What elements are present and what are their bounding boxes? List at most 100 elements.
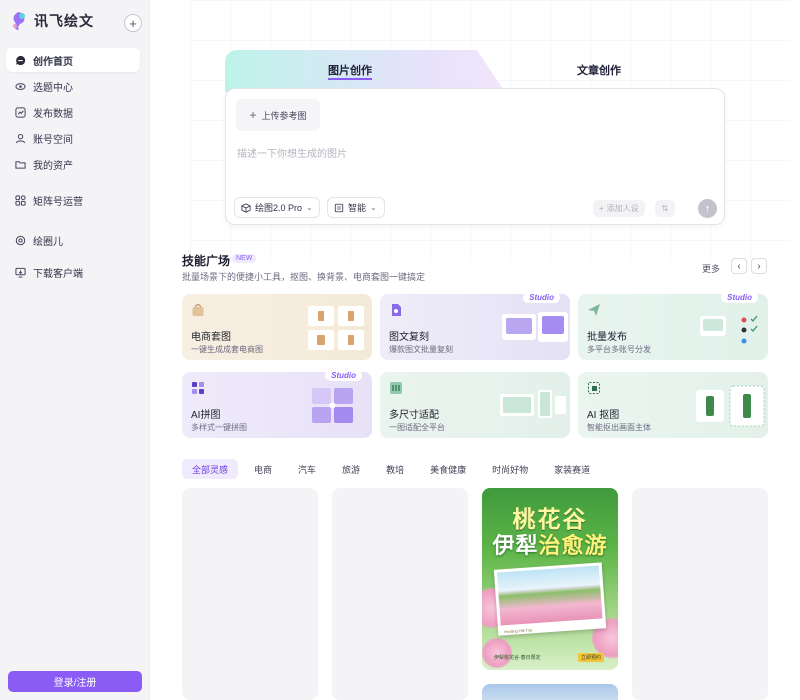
card-subtitle: 多样式一键拼图 (191, 423, 247, 432)
card-subtitle: 爆款图文批量复刻 (389, 345, 453, 354)
filter-chip-home[interactable]: 家装赛道 (544, 459, 600, 479)
sidebar-item-label: 选题中心 (33, 82, 73, 94)
settings-toggle-icon[interactable]: ⇅ (655, 200, 675, 217)
upload-reference-button[interactable]: + 上传参考图 (236, 99, 320, 131)
filter-chip-education[interactable]: 教培 (376, 459, 414, 479)
blossom-decoration (482, 638, 512, 668)
main-content: 图片创作 文章创作 + 上传参考图 描述一下你想生成的图片 绘图2.0 Pro … (150, 0, 800, 700)
next-button[interactable]: › (751, 258, 767, 274)
more-link[interactable]: 更多 (702, 262, 720, 275)
circle-icon (14, 234, 26, 246)
filter-chip-fashion[interactable]: 时尚好物 (482, 459, 538, 479)
upload-reference-label: 上传参考图 (261, 110, 307, 121)
sidebar-item-huiquan[interactable]: 绘圈儿 (6, 228, 140, 252)
sidebar-item-label: 下载客户端 (33, 268, 83, 280)
filter-chip-food-health[interactable]: 美食健康 (420, 459, 476, 479)
new-creation-button[interactable]: + (124, 14, 142, 32)
document-icon (389, 303, 403, 317)
sidebar-nav: 创作首页 选题中心 发布数据 账号空间 我的资产 矩阵号运营 绘圈儿 下载客户端 (6, 48, 140, 286)
landscape-image (497, 565, 603, 626)
poster-title-line2: 伊犁治愈游 (482, 528, 618, 560)
brand[interactable]: 讯飞绘文 (10, 10, 94, 32)
replicate-preview-icon (502, 312, 568, 342)
skills-title: 技能广场 (182, 254, 231, 268)
model-select-label: 绘图2.0 Pro (255, 203, 303, 213)
card-subtitle: 多平台多账号分发 (587, 345, 651, 354)
chevron-right-icon: › (757, 260, 761, 272)
brand-name: 讯飞绘文 (34, 13, 94, 29)
login-register-button[interactable]: 登录/注册 (8, 671, 142, 692)
filter-chip-travel[interactable]: 旅游 (332, 459, 370, 479)
prompt-input[interactable]: 描述一下你想生成的图片 (237, 145, 347, 160)
inspiration-filters: 全部灵感 电商 汽车 旅游 教培 美食健康 时尚好物 家装赛道 (182, 459, 600, 479)
message-icon (14, 54, 26, 66)
card-title: 批量发布 (587, 332, 627, 343)
eye-icon (14, 80, 26, 92)
chevron-down-icon: ⌄ (306, 203, 313, 212)
prev-button[interactable]: ‹ (731, 258, 747, 274)
arrow-up-icon: ↑ (704, 202, 711, 215)
sidebar-item-matrix-ops[interactable]: 矩阵号运营 (6, 188, 140, 212)
sidebar-item-publish-data[interactable]: 发布数据 (6, 100, 140, 124)
sidebar-item-label: 我的资产 (33, 160, 73, 172)
card-subtitle: 一键生成成套电商图 (191, 345, 263, 354)
matrix-icon (14, 194, 26, 206)
ratio-select-label: 智能 (348, 203, 367, 213)
card-title: 图文复刻 (389, 332, 429, 343)
download-icon (14, 266, 26, 278)
sidebar-item-label: 绘圈儿 (33, 236, 63, 248)
plus-icon: + (599, 204, 604, 213)
skills-subtitle: 批量场景下的便捷小工具，抠图、换背景、电商套图一键搞定 (182, 272, 426, 282)
skill-card-multi-size[interactable]: 多尺寸适配 一图适配全平台 (380, 372, 570, 438)
tab-article-creation[interactable]: 文章创作 (577, 62, 621, 78)
crop-icon (334, 203, 344, 213)
sidebar-item-download-client[interactable]: 下载客户端 (6, 260, 140, 284)
filter-chip-auto[interactable]: 汽车 (288, 459, 326, 479)
model-select[interactable]: 绘图2.0 Pro ⌄ (234, 197, 320, 218)
sidebar-item-topics[interactable]: 选题中心 (6, 74, 140, 98)
skill-card-ai-cutout[interactable]: AI 抠图 智能抠出画面主体 (578, 372, 768, 438)
card-subtitle: 一图适配全平台 (389, 423, 445, 432)
filter-chip-ecommerce[interactable]: 电商 (244, 459, 282, 479)
sidebar-item-home[interactable]: 创作首页 (6, 48, 140, 72)
skill-card-ai-collage[interactable]: AI拼图 多样式一键拼图 Studio (182, 372, 372, 438)
gallery-placeholder-card[interactable] (632, 488, 768, 700)
filter-chip-all[interactable]: 全部灵感 (182, 459, 239, 479)
sidebar-item-label: 矩阵号运营 (33, 196, 83, 208)
ratio-select[interactable]: 智能 ⌄ (327, 197, 385, 218)
cutout-icon (587, 381, 601, 395)
chevron-left-icon: ‹ (737, 260, 741, 272)
chevron-down-icon: ⌄ (370, 203, 377, 212)
prompt-composer: + 上传参考图 描述一下你想生成的图片 绘图2.0 Pro ⌄ 智能 ⌄ + 添… (225, 88, 725, 225)
card-subtitle: 智能抠出画面主体 (587, 423, 651, 432)
add-character-button[interactable]: + 添加人设 (593, 200, 645, 217)
send-button[interactable]: ↑ (698, 199, 717, 218)
skill-card-batch-publish[interactable]: 批量发布 多平台多账号分发 Studio (578, 294, 768, 360)
creation-tabs: 图片创作 文章创作 (225, 50, 725, 92)
card-title: 电商套图 (191, 332, 231, 343)
sidebar-item-label: 创作首页 (33, 56, 73, 68)
gallery-image-card[interactable] (482, 684, 618, 700)
skill-card-ecommerce-set[interactable]: 电商套图 一键生成成套电商图 (182, 294, 372, 360)
tab-image-creation[interactable]: 图片创作 (328, 62, 372, 80)
gallery-poster-card[interactable]: 桃花谷 伊犁治愈游 Healing Hill Trip 伊犁桃花谷·春日限定 立… (482, 488, 618, 670)
skill-card-image-text-replicate[interactable]: 图文复刻 爆款图文批量复刻 Studio (380, 294, 570, 360)
grid-icon (191, 381, 205, 395)
resize-icon (389, 381, 403, 395)
poster-footer: 伊犁桃花谷·春日限定 (494, 655, 541, 661)
sidebar-item-my-assets[interactable]: 我的资产 (6, 152, 140, 176)
studio-badge: Studio (721, 294, 758, 303)
ecommerce-preview-icon (308, 306, 364, 350)
poster-tag: 立即预约 (578, 653, 605, 662)
chart-icon (14, 106, 26, 118)
cutout-preview-icon (696, 385, 765, 427)
send-plane-icon (587, 303, 601, 317)
poster-title-line2-a: 伊犁 (492, 533, 539, 559)
add-character-label: 添加人设 (606, 204, 639, 213)
card-title: 多尺寸适配 (389, 410, 439, 421)
sidebar-item-account-space[interactable]: 账号空间 (6, 126, 140, 150)
user-icon (14, 132, 26, 144)
gallery-placeholder-card[interactable] (182, 488, 318, 700)
gallery-placeholder-card[interactable] (332, 488, 468, 700)
bag-icon (191, 303, 205, 317)
